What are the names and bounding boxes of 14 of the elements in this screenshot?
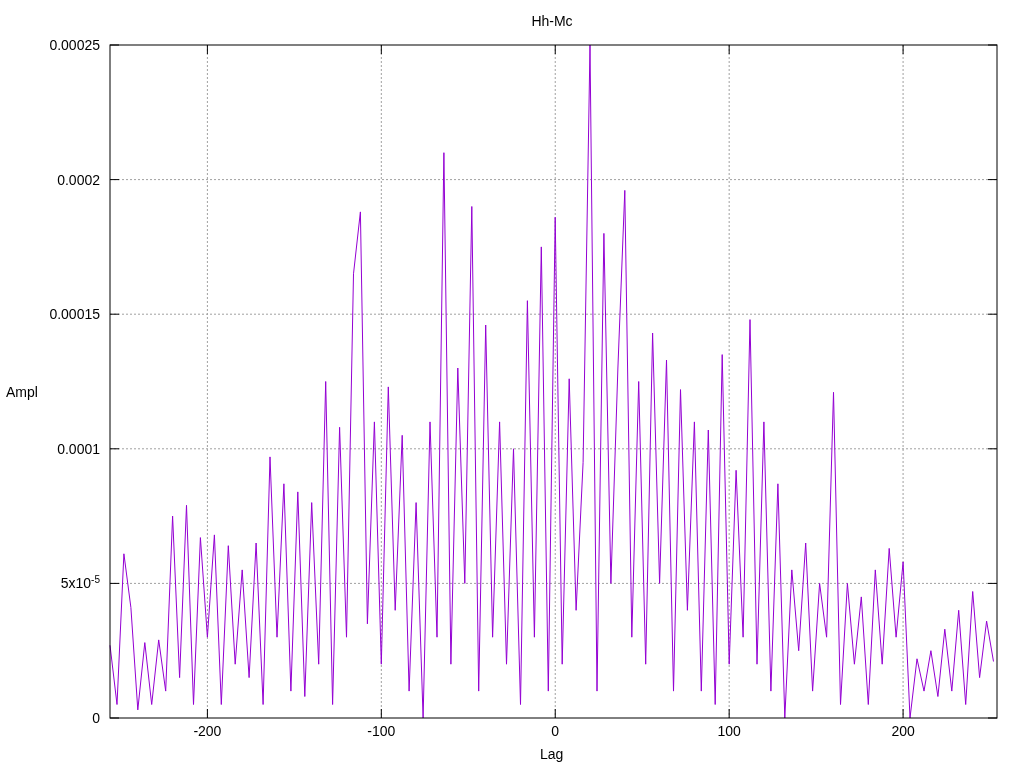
y-tick-label: 0: [92, 709, 100, 727]
x-tick-label: 100: [716, 722, 742, 740]
chart-title: Hh-Mc: [530, 12, 574, 30]
y-tick-label: 5x10$^{-5}$: [60, 574, 100, 593]
x-tick-label: 0: [550, 722, 561, 740]
x-tick-label: -100: [366, 722, 397, 740]
x-tick-label: -200: [192, 722, 223, 740]
y-tick-label: 0.00025: [49, 36, 100, 54]
y-tick-label: 0.0002: [57, 170, 100, 189]
y-tick-label: 0.00015: [49, 305, 100, 324]
x-tick-label: 200: [890, 722, 916, 740]
y-axis-label: Ampl: [6, 383, 38, 401]
y-tick-label: 0.0001: [57, 439, 100, 458]
x-axis-label: Lag: [540, 745, 564, 763]
